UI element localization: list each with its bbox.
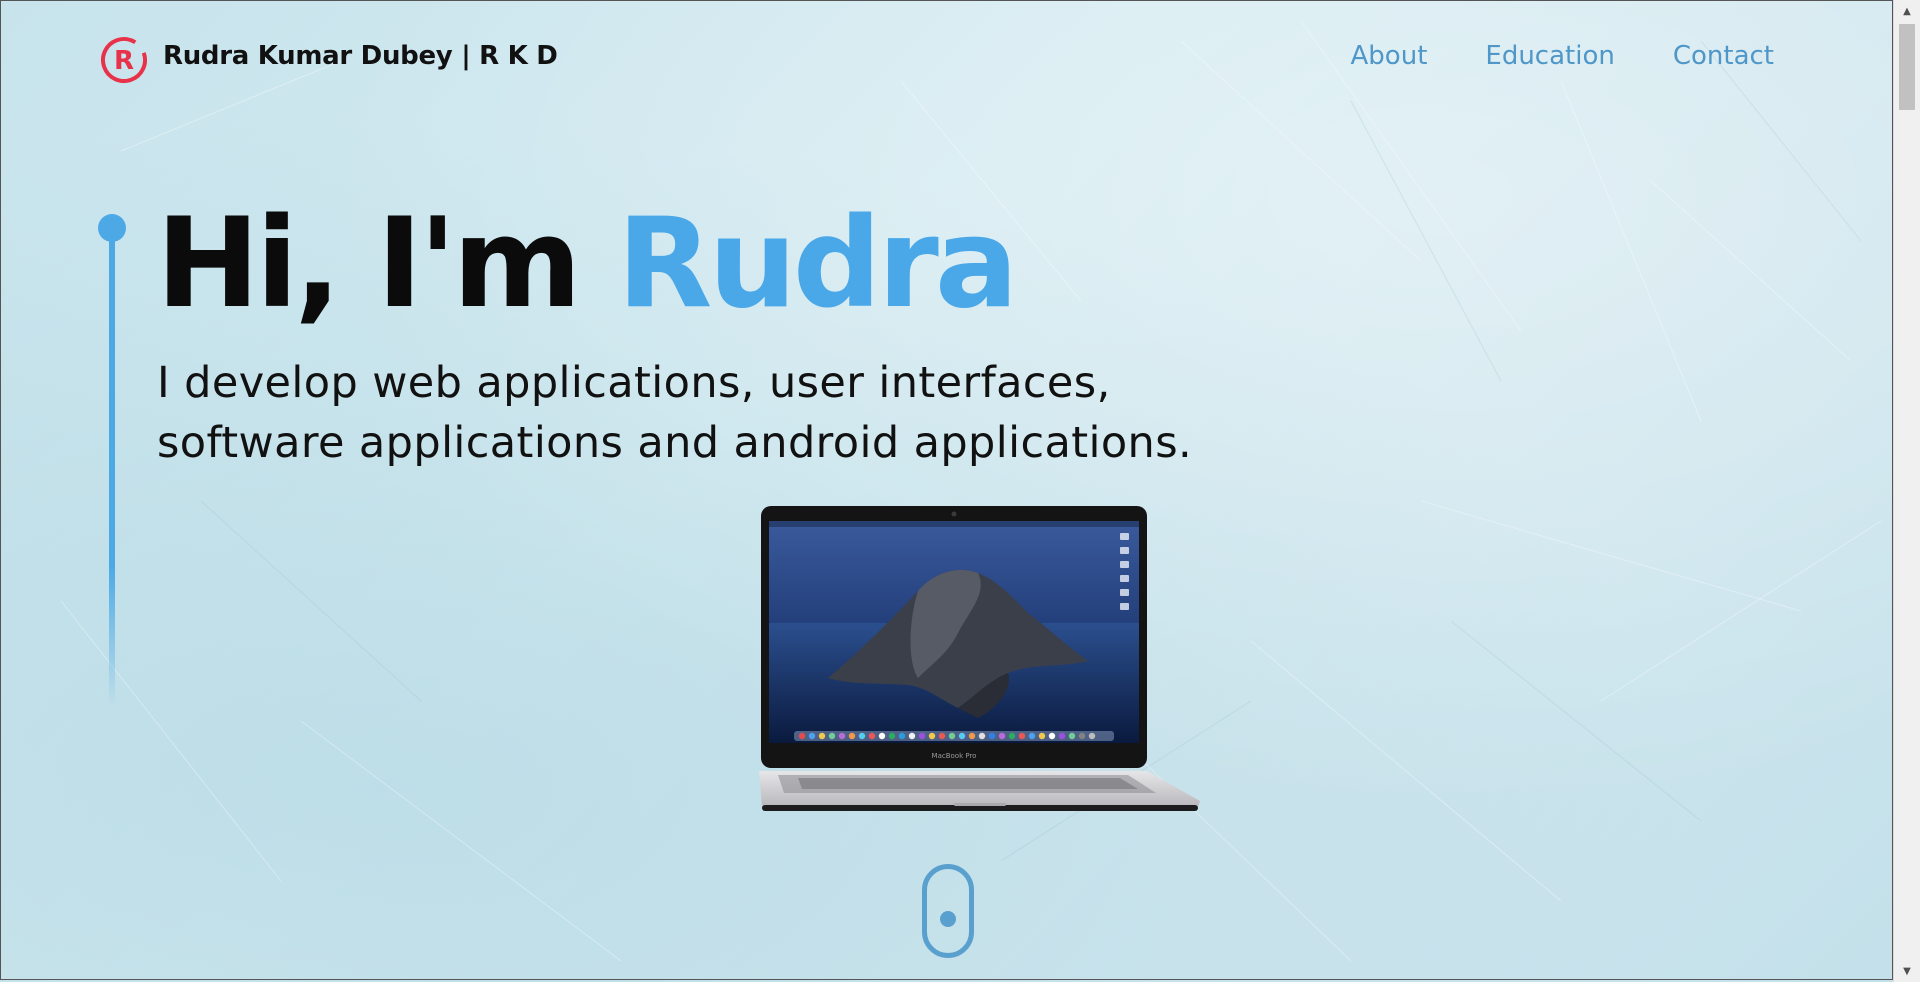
brand-name[interactable]: Rudra Kumar Dubey | R K D [163,41,558,71]
vertical-scrollbar[interactable]: ▲ ▼ [1893,0,1920,982]
nav-link-education[interactable]: Education [1485,41,1614,71]
nav-link-contact[interactable]: Contact [1673,41,1774,71]
hero-subtitle: I develop web applications, user interfa… [157,353,1307,473]
hero-subtitle-line-1: I develop web applications, user interfa… [157,358,1111,408]
hero-heading: Hi, I'm Rudra [156,199,1018,329]
scrollbar-thumb[interactable] [1899,24,1915,110]
nav-link-about[interactable]: About [1351,41,1428,71]
hero-greeting: Hi, I'm [156,192,618,336]
laptop-badge-text: MacBook Pro [932,752,977,760]
timeline-line [109,237,115,707]
mouse-scroll-icon[interactable] [922,864,974,958]
laptop-image: MacBook Pro [759,506,1200,811]
page-viewport: R Rudra Kumar Dubey | R K D About Educat… [0,0,1893,980]
scroll-up-arrow-icon[interactable]: ▲ [1894,0,1920,22]
scroll-down-arrow-icon[interactable]: ▼ [1894,960,1920,982]
background-texture [60,20,1882,962]
site-header: R Rudra Kumar Dubey | R K D About Educat… [1,1,1892,119]
main-nav: About Education Contact [1351,41,1774,71]
r-letter-logo-icon[interactable]: R [99,35,149,85]
scroll-wheel-dot [940,911,956,927]
svg-text:R: R [114,46,134,76]
hero-name: Rudra [617,192,1018,336]
hero-subtitle-line-2: software applications and android applic… [157,418,1193,468]
